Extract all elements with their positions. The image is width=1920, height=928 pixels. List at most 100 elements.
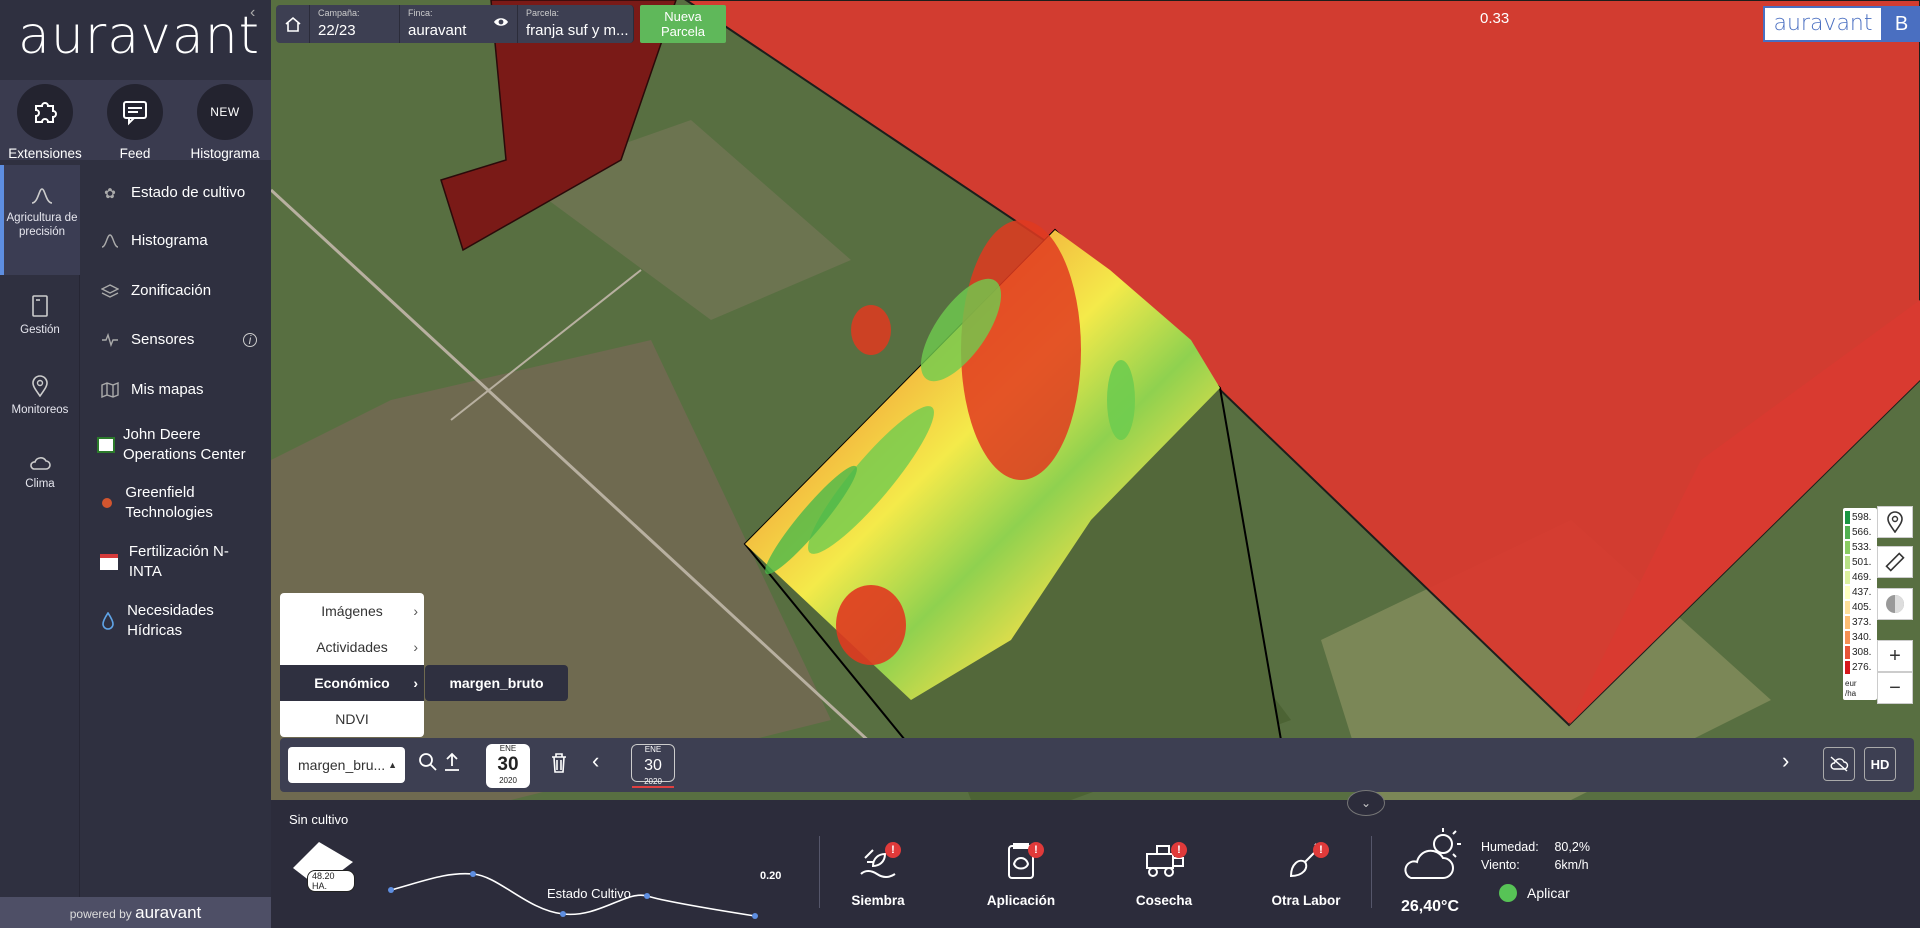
humidity-value: 80,2% bbox=[1554, 840, 1590, 854]
expand-panel-button[interactable]: ⌄ bbox=[1347, 790, 1385, 816]
action-label: Siembra bbox=[851, 893, 905, 908]
temperature-value: 26,40°C bbox=[1401, 898, 1459, 915]
caret-up-icon: ▲ bbox=[388, 760, 397, 770]
layer-dropdown-value: margen_bru... bbox=[298, 757, 386, 773]
measure-button[interactable] bbox=[1877, 546, 1913, 578]
info-icon[interactable]: i bbox=[243, 333, 257, 347]
category-climate[interactable]: Clima bbox=[0, 455, 80, 491]
zoom-in-button[interactable]: + bbox=[1877, 640, 1913, 672]
apply-label: Aplicar bbox=[1527, 885, 1570, 901]
harvest-button[interactable]: ! Cosecha bbox=[1109, 840, 1219, 908]
date-picker-selected[interactable]: ENE 30 2020 bbox=[486, 744, 530, 788]
campaign-selector[interactable]: Campaña: 22/23 bbox=[310, 5, 400, 43]
user-avatar-button[interactable]: B bbox=[1883, 6, 1920, 42]
new-plot-button[interactable]: Nueva Parcela bbox=[640, 5, 726, 43]
date-day: 30 bbox=[644, 757, 662, 774]
menu-item-histogram[interactable]: Histograma bbox=[81, 231, 271, 251]
partly-cloudy-icon bbox=[1404, 828, 1461, 879]
action-label: Cosecha bbox=[1135, 893, 1193, 908]
category-label: Gestión bbox=[20, 324, 60, 336]
home-button[interactable] bbox=[276, 5, 310, 43]
layer-menu-images[interactable]: Imágenes › bbox=[280, 593, 424, 629]
pulse-icon bbox=[97, 333, 123, 347]
cloud-filter-button[interactable] bbox=[1823, 747, 1855, 781]
date-year: 2020 bbox=[632, 777, 674, 788]
layer-menu-activities[interactable]: Actividades › bbox=[280, 629, 424, 665]
wind-value: 6km/h bbox=[1554, 858, 1589, 872]
timeline-bar: margen_bru... ▲ ENE 30 2020 ‹ ENE 30 202… bbox=[280, 738, 1914, 792]
layer-dropdown[interactable]: margen_bru... ▲ bbox=[288, 747, 405, 783]
menu-item-label: John Deere Operations Center bbox=[123, 426, 246, 463]
feed-button[interactable]: Feed bbox=[90, 84, 180, 161]
timeline-date-marker[interactable]: ENE 30 2020 bbox=[631, 744, 675, 788]
zoom-out-button[interactable]: − bbox=[1877, 672, 1913, 704]
location-button[interactable] bbox=[1877, 506, 1913, 538]
sowing-button[interactable]: ! Siembra bbox=[823, 840, 933, 908]
farm-selector[interactable]: Finca: auravant bbox=[400, 5, 518, 43]
upload-icon bbox=[445, 752, 459, 771]
legend-label: 501. bbox=[1852, 557, 1872, 568]
collapse-sidebar-icon[interactable]: ‹ bbox=[250, 4, 255, 22]
submenu-gross-margin[interactable]: margen_bruto bbox=[425, 665, 568, 701]
menu-item-sensors[interactable]: Sensores i bbox=[81, 330, 271, 350]
menu-item-my-maps[interactable]: Mis mapas bbox=[81, 380, 271, 400]
category-precision-agriculture[interactable]: Agricultura de precisión bbox=[0, 165, 80, 275]
pin-icon bbox=[32, 375, 48, 397]
menu-item-label: Greenfield Technologies bbox=[125, 484, 213, 521]
inta-icon bbox=[97, 554, 121, 570]
action-label: Otra Labor bbox=[1271, 893, 1341, 908]
application-button[interactable]: ! Aplicación bbox=[966, 840, 1076, 908]
delete-button[interactable] bbox=[550, 752, 568, 780]
layer-menu-ndvi[interactable]: NDVI bbox=[280, 701, 424, 737]
menu-item-zoning[interactable]: Zonificación bbox=[81, 281, 271, 301]
crop-curve-value: 0.20 bbox=[760, 870, 782, 882]
plot-selector[interactable]: Parcela: franja suf y m... bbox=[518, 5, 634, 43]
plot-area-value: 48.20 HA. bbox=[307, 870, 355, 892]
eye-icon[interactable] bbox=[493, 15, 509, 33]
compare-icon bbox=[1886, 595, 1904, 613]
menu-item-label: Mis mapas bbox=[131, 381, 204, 398]
apply-conditions-button[interactable]: Aplicar bbox=[1499, 884, 1570, 902]
new-badge: NEW bbox=[197, 84, 253, 140]
legend-entry: 598. bbox=[1845, 510, 1877, 525]
john-deere-icon bbox=[97, 437, 115, 453]
campaign-label: Campaña: bbox=[318, 8, 360, 18]
category-monitoring[interactable]: Monitoreos bbox=[0, 375, 80, 417]
search-button[interactable] bbox=[418, 752, 438, 778]
menu-item-john-deere[interactable]: John Deere Operations Center bbox=[81, 425, 251, 465]
menu-item-crop-status[interactable]: ✿ Estado de cultivo bbox=[81, 183, 271, 203]
extensions-button[interactable]: Extensiones bbox=[0, 84, 90, 161]
plot-area-badge: 48.20 HA. bbox=[289, 840, 355, 895]
category-management[interactable]: Gestión bbox=[0, 295, 80, 337]
layer-menu-economic[interactable]: Económico › bbox=[280, 665, 424, 701]
other-task-button[interactable]: ! Otra Labor bbox=[1251, 840, 1361, 908]
legend-label: 276. bbox=[1852, 662, 1872, 673]
hd-toggle-button[interactable]: HD bbox=[1864, 747, 1896, 781]
legend-entry: 501. bbox=[1845, 555, 1877, 570]
histogram-tool-button[interactable]: NEW Histograma bbox=[180, 84, 270, 161]
legend-entry: 469. bbox=[1845, 570, 1877, 585]
menu-item-greenfield[interactable]: Greenfield Technologies bbox=[81, 483, 251, 523]
legend-swatch bbox=[1845, 571, 1850, 584]
upload-button[interactable] bbox=[443, 752, 461, 778]
alert-badge: ! bbox=[1313, 842, 1329, 858]
legend-label: 566. bbox=[1852, 527, 1872, 538]
category-label: Agricultura de precisión bbox=[6, 212, 78, 238]
legend-entry: 405. bbox=[1845, 600, 1877, 615]
next-date-button[interactable]: › bbox=[1782, 748, 1789, 774]
chevron-right-icon: › bbox=[413, 675, 418, 691]
previous-date-button[interactable]: ‹ bbox=[592, 748, 599, 774]
legend-label: 405. bbox=[1852, 602, 1872, 613]
trash-icon bbox=[552, 753, 566, 773]
legend-swatch bbox=[1845, 631, 1850, 644]
plant-icon: ✿ bbox=[104, 185, 116, 201]
menu-item-water-needs[interactable]: Necesidades Hídricas bbox=[81, 601, 251, 641]
menu-item-fertilization-inta[interactable]: Fertilización N-INTA bbox=[81, 542, 251, 582]
legend-label: 533. bbox=[1852, 542, 1872, 553]
index-value-readout: 0.33 bbox=[1480, 10, 1510, 27]
legend-swatch bbox=[1845, 541, 1850, 554]
legend-entry: 308. bbox=[1845, 645, 1877, 660]
legend-label: 373. bbox=[1852, 617, 1872, 628]
powered-prefix: powered by bbox=[69, 907, 132, 921]
compare-button[interactable] bbox=[1877, 588, 1913, 620]
